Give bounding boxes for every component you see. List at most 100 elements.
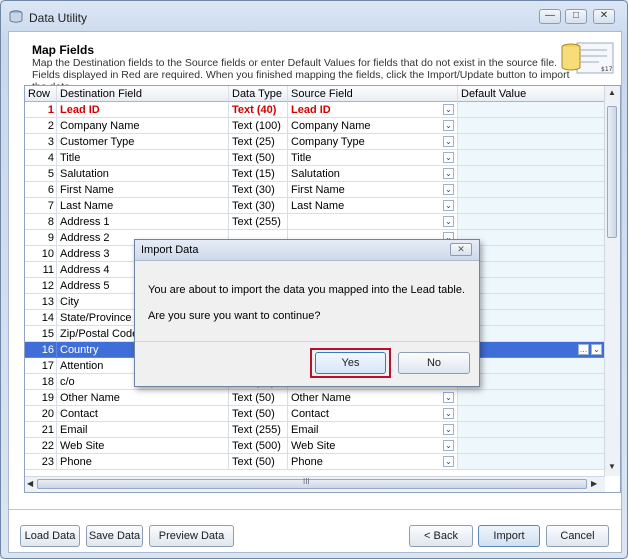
default-value-cell[interactable] [458,406,605,422]
title-bar: Data Utility — □ ✕ [1,1,627,31]
column-header-data-type[interactable]: Data Type [229,86,288,102]
row-number-cell: 12 [25,278,57,294]
chevron-down-icon[interactable]: ⌄ [443,456,454,467]
table-row[interactable]: 21 Email Text (255) Email ⌄ [25,422,605,438]
default-value-cell[interactable] [458,294,605,310]
source-field-cell[interactable]: Title [288,150,458,166]
preview-data-button[interactable]: Preview Data [149,525,234,547]
chevron-down-icon[interactable]: ⌄ [443,104,454,115]
dialog-question: Are you sure you want to continue? [148,310,321,322]
chevron-down-icon[interactable]: ⌄ [443,168,454,179]
database-icon [9,10,23,23]
source-field-cell[interactable]: Other Name [288,390,458,406]
table-row[interactable]: 1 Lead ID Text (40) Lead ID ⌄ [25,102,605,118]
default-value-cell[interactable] [458,326,605,342]
maximize-icon[interactable]: □ [565,9,587,24]
default-value-cell[interactable] [458,230,605,246]
default-value-cell[interactable] [458,374,605,390]
vertical-scroll-thumb[interactable] [607,106,617,238]
default-value-cell[interactable] [458,102,605,118]
close-icon[interactable]: ✕ [593,9,615,24]
column-header-row[interactable]: Row [25,86,57,102]
chevron-down-icon[interactable]: ⌄ [443,216,454,227]
load-data-button[interactable]: Load Data [20,525,80,547]
no-button[interactable]: No [398,352,470,374]
back-button[interactable]: < Back [409,525,473,547]
source-field-cell[interactable]: First Name [288,182,458,198]
table-row[interactable]: 2 Company Name Text (100) Company Name ⌄ [25,118,605,134]
destination-field-cell: Other Name [57,390,229,406]
data-type-cell: Text (15) [229,166,288,182]
chevron-down-icon[interactable]: ⌄ [443,392,454,403]
save-data-button[interactable]: Save Data [86,525,143,547]
default-value-cell[interactable] [458,150,605,166]
minimize-icon[interactable]: — [539,9,561,24]
chevron-down-icon[interactable]: ⌄ [443,136,454,147]
cancel-button[interactable]: Cancel [546,525,609,547]
scroll-grip: III [303,477,310,486]
import-button[interactable]: Import [478,525,540,547]
yes-button[interactable]: Yes [315,352,386,374]
table-row[interactable]: 3 Customer Type Text (25) Company Type ⌄ [25,134,605,150]
column-header-source-field[interactable]: Source Field [288,86,458,102]
table-row[interactable]: 22 Web Site Text (500) Web Site ⌄ [25,438,605,454]
table-row[interactable]: 20 Contact Text (50) Contact ⌄ [25,406,605,422]
dialog-close-icon[interactable]: ✕ [450,243,472,256]
source-field-cell[interactable]: Company Type [288,134,458,150]
default-value-cell[interactable] [458,118,605,134]
default-value-cell[interactable] [458,246,605,262]
scroll-left-icon[interactable]: ◀ [27,479,33,488]
table-row[interactable]: 4 Title Text (50) Title ⌄ [25,150,605,166]
source-field-cell[interactable]: Salutation [288,166,458,182]
source-field-cell[interactable]: Last Name [288,198,458,214]
chevron-down-icon[interactable]: ⌄ [443,440,454,451]
scroll-down-icon[interactable]: ▼ [608,462,616,471]
column-header-default-value[interactable]: Default Value [458,86,605,102]
chevron-down-icon[interactable]: ⌄ [443,200,454,211]
table-row[interactable]: 8 Address 1 Text (255) ⌄ [25,214,605,230]
horizontal-scrollbar[interactable]: ◀ III ▶ [25,476,605,492]
chevron-down-icon[interactable]: ⌄ [443,408,454,419]
svg-text:$17: $17 [601,66,613,73]
default-value-cell[interactable] [458,390,605,406]
row-number-cell: 22 [25,438,57,454]
table-row[interactable]: 5 Salutation Text (15) Salutation ⌄ [25,166,605,182]
source-field-cell[interactable]: Lead ID [288,102,458,118]
source-field-cell[interactable]: Contact [288,406,458,422]
default-value-cell[interactable] [458,182,605,198]
default-value-cell[interactable] [458,134,605,150]
chevron-down-icon[interactable]: ⌄ [443,184,454,195]
chevron-down-icon[interactable]: ⌄ [443,152,454,163]
horizontal-scroll-thumb[interactable]: III [37,477,587,489]
table-row[interactable]: 6 First Name Text (30) First Name ⌄ [25,182,605,198]
row-number-cell: 20 [25,406,57,422]
default-value-cell[interactable] [458,166,605,182]
source-field-cell[interactable] [288,214,458,230]
source-field-cell[interactable]: Company Name [288,118,458,134]
default-value-cell[interactable] [458,262,605,278]
scroll-up-icon[interactable]: ▲ [608,88,616,97]
source-field-cell[interactable]: Email [288,422,458,438]
table-row[interactable]: 19 Other Name Text (50) Other Name ⌄ [25,390,605,406]
destination-field-cell: First Name [57,182,229,198]
default-value-cell[interactable] [458,198,605,214]
default-value-cell[interactable] [458,214,605,230]
default-value-cell[interactable] [458,422,605,438]
dialog-title-bar: Import Data ✕ [135,240,479,261]
default-value-cell[interactable] [458,454,605,470]
table-row[interactable]: 23 Phone Text (50) Phone ⌄ [25,454,605,470]
default-value-cell[interactable] [458,438,605,454]
scroll-right-icon[interactable]: ▶ [591,479,597,488]
default-value-cell[interactable] [458,278,605,294]
source-field-cell[interactable]: Web Site [288,438,458,454]
source-field-cell[interactable]: Phone [288,454,458,470]
chevron-down-icon[interactable]: ⌄ [443,424,454,435]
column-header-destination-field[interactable]: Destination Field [57,86,229,102]
chevron-down-icon[interactable]: ⌄ [591,344,602,355]
default-value-cell[interactable] [458,310,605,326]
chevron-down-icon[interactable]: ⌄ [443,120,454,131]
table-row[interactable]: 7 Last Name Text (30) Last Name ⌄ [25,198,605,214]
vertical-scrollbar[interactable]: ▲ ▼ [604,86,620,476]
ellipsis-icon[interactable]: … [578,344,589,355]
default-value-cell[interactable] [458,358,605,374]
